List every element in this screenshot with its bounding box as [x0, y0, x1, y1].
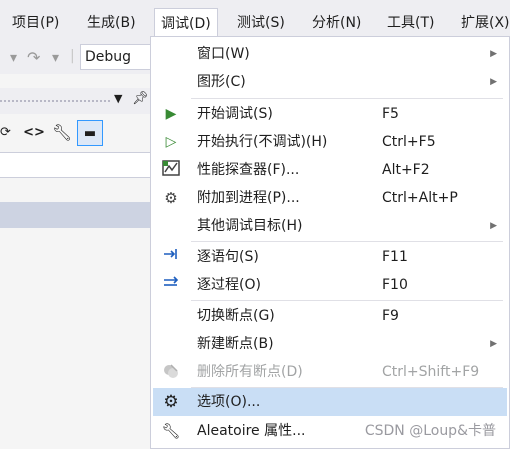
wrench-icon: 🔧︎ [161, 422, 181, 440]
menu-item-performance-profiler[interactable]: 性能探查器(F)... Alt+F2 [153, 156, 507, 184]
menu-item-start-without-debugging[interactable]: ▷ 开始执行(不调试)(H) Ctrl+F5 [153, 128, 507, 156]
menu-item-label: 选项(O)... [197, 394, 261, 410]
menu-item-start-debugging[interactable]: ▶ 开始调试(S) F5 [153, 100, 507, 128]
panel-tool-partial-icon[interactable]: ⟳ [0, 120, 11, 146]
menu-item-new-breakpoint[interactable]: 新建断点(B) ▶ [153, 330, 507, 358]
submenu-arrow-icon: ▶ [490, 77, 497, 87]
menu-item-graphics[interactable]: 图形(C) ▶ [153, 68, 507, 96]
panel-toolbar: ⟳ <> 🔧︎ ▬ [0, 116, 150, 150]
menu-item-toggle-breakpoint[interactable]: 切换断点(G) F9 [153, 302, 507, 330]
submenu-arrow-icon: ▶ [490, 49, 497, 59]
redo-dropdown-icon[interactable]: ▾ [52, 50, 59, 66]
menu-item-label: 性能探查器(F)... [197, 162, 300, 178]
menu-item-label: 开始执行(不调试)(H) [197, 134, 328, 150]
menu-item-label: 其他调试目标(H) [197, 218, 303, 234]
menu-item-shortcut: Ctrl+Alt+P [382, 190, 458, 206]
menu-item-label: 删除所有断点(D) [197, 364, 303, 380]
menu-item-shortcut: F9 [382, 308, 399, 324]
step-into-icon [161, 247, 181, 267]
play-outline-icon: ▷ [165, 134, 177, 150]
menu-item-label: 逐语句(S) [197, 249, 259, 265]
delete-breakpoints-icon [161, 362, 181, 382]
attach-gears-icon: ⚙ [164, 189, 178, 207]
step-over-icon [161, 275, 181, 295]
menu-item-label: Aleatoire 属性... [197, 423, 306, 439]
menu-extensions[interactable]: 扩展(X) [461, 10, 510, 36]
menu-item-shortcut: F11 [382, 249, 408, 265]
menu-analyze[interactable]: 分析(N) [312, 10, 361, 36]
menu-item-shortcut: F10 [382, 277, 408, 293]
menu-debug[interactable]: 调试(D) [154, 8, 218, 38]
menu-item-label: 逐过程(O) [197, 277, 261, 293]
undo-dropdown-icon[interactable]: ▾ [10, 50, 17, 66]
menu-item-label: 窗口(W) [197, 46, 250, 62]
menu-build[interactable]: 生成(B) [87, 10, 136, 36]
panel-dropdown-icon[interactable]: ▼ [114, 92, 122, 105]
play-filled-icon: ▶ [165, 106, 177, 122]
menu-item-shortcut: Alt+F2 [382, 162, 430, 178]
menu-separator [191, 241, 503, 242]
solution-configuration-value: Debug [85, 49, 132, 65]
menu-item-shortcut: F5 [382, 106, 399, 122]
menu-item-shortcut: Ctrl+Shift+F9 [382, 364, 480, 380]
panel-grip [0, 100, 110, 102]
menu-tools[interactable]: 工具(T) [387, 10, 434, 36]
menu-item-label: 开始调试(S) [197, 106, 273, 122]
panel-selected-row[interactable] [0, 202, 150, 228]
menu-separator [191, 98, 503, 99]
properties-wrench-icon[interactable]: 🔧︎ [50, 120, 74, 146]
menu-item-label: 附加到进程(P)... [197, 190, 300, 206]
menu-item-step-into[interactable]: 逐语句(S) F11 [153, 243, 507, 271]
menu-item-label: 切换断点(G) [197, 308, 275, 324]
menu-item-shortcut: Ctrl+F5 [382, 134, 436, 150]
menu-separator [191, 300, 503, 301]
profiler-icon [161, 160, 181, 180]
debug-dropdown-menu: 窗口(W) ▶ 图形(C) ▶ ▶ 开始调试(S) F5 ▷ 开始执行(不调试)… [150, 36, 510, 449]
redo-icon[interactable]: ↷ [27, 48, 40, 67]
watermark: CSDN @Loup&卡普 [364, 423, 496, 439]
menu-item-windows[interactable]: 窗口(W) ▶ [153, 40, 507, 68]
menu-item-other-debug-targets[interactable]: 其他调试目标(H) ▶ [153, 212, 507, 240]
menu-item-options[interactable]: ⚙ 选项(O)... [153, 388, 507, 416]
menu-item-label: 新建断点(B) [197, 336, 274, 352]
collapse-toggle-icon[interactable]: ▬ [77, 120, 103, 146]
panel-search-input[interactable] [0, 152, 150, 178]
panel-header: ▼ 📌︎ [0, 88, 150, 114]
menu-project[interactable]: 项目(P) [12, 10, 59, 36]
submenu-arrow-icon: ▶ [490, 339, 497, 349]
menu-item-label: 图形(C) [197, 74, 246, 90]
gear-icon: ⚙ [163, 392, 179, 412]
pin-icon[interactable]: 📌︎ [132, 91, 149, 106]
code-view-icon[interactable]: <> [22, 120, 46, 146]
menu-item-step-over[interactable]: 逐过程(O) F10 [153, 271, 507, 299]
menu-item-delete-all-breakpoints: 删除所有断点(D) Ctrl+Shift+F9 [153, 358, 507, 386]
menu-test[interactable]: 测试(S) [237, 10, 285, 36]
submenu-arrow-icon: ▶ [490, 221, 497, 231]
toolbar-divider: | [70, 48, 75, 64]
menu-item-attach-to-process[interactable]: ⚙ 附加到进程(P)... Ctrl+Alt+P [153, 184, 507, 212]
